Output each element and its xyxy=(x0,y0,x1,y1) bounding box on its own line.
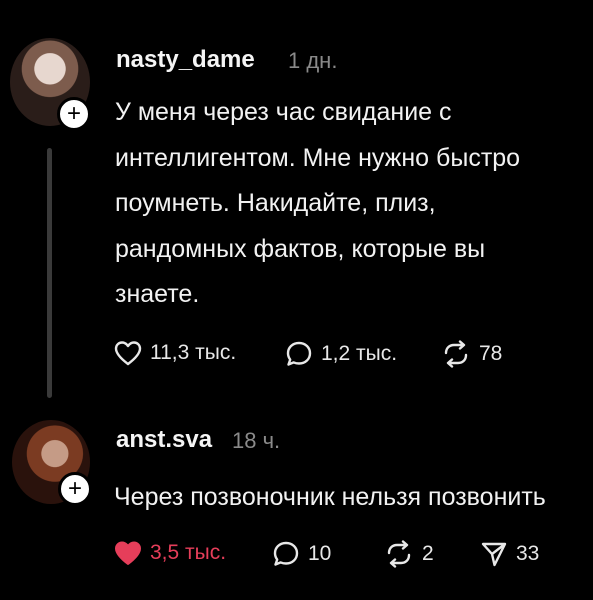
like-count: 3,5 тыс. xyxy=(150,541,227,564)
repost-button[interactable]: 2 xyxy=(384,540,434,568)
thread-line xyxy=(47,148,52,398)
heart-icon xyxy=(115,541,141,565)
repost-icon xyxy=(444,340,468,368)
reply-username[interactable]: anst.sva xyxy=(116,426,212,454)
post-text: У меня через час свидание с интеллигенто… xyxy=(115,90,585,318)
post-text-line: интеллигентом. Мне нужно быстро xyxy=(115,143,521,172)
like-count: 11,3 тыс. xyxy=(150,341,237,364)
like-button[interactable]: 3,5 тыс. xyxy=(114,540,226,566)
comment-count: 1,2 тыс. xyxy=(321,342,398,365)
comment-button[interactable]: 10 xyxy=(272,540,331,568)
like-button[interactable]: 11,3 тыс. xyxy=(114,340,236,366)
heart-icon xyxy=(114,341,142,366)
reply-post: + anst.sva 18 ч. Через позвоночник нельз… xyxy=(0,400,593,600)
share-count: 33 xyxy=(516,542,540,565)
plus-icon[interactable]: + xyxy=(58,472,92,506)
repost-count: 78 xyxy=(479,342,503,365)
plus-icon[interactable]: + xyxy=(57,97,91,131)
comment-icon xyxy=(273,541,299,566)
send-icon xyxy=(481,542,507,567)
post-text-line: знаете. xyxy=(115,280,200,308)
post-text-line: рандомных фактов, которые вы xyxy=(115,234,486,263)
post-text-line: У меня через час свидание с xyxy=(115,98,452,126)
original-post: + nasty_dame 1 дн. У меня через час свид… xyxy=(0,0,593,400)
comment-count: 10 xyxy=(308,542,332,565)
repost-button[interactable]: 78 xyxy=(441,340,502,368)
repost-icon xyxy=(387,540,411,568)
post-text-line: поумнеть. Накидайте, плиз, xyxy=(115,189,436,217)
reply-text: Через позвоночник нельзя позвонить xyxy=(114,483,546,511)
comment-button[interactable]: 1,2 тыс. xyxy=(285,340,397,368)
post-username[interactable]: nasty_dame xyxy=(116,46,255,74)
reply-time: 18 ч. xyxy=(232,428,281,453)
repost-count: 2 xyxy=(422,542,434,565)
share-button[interactable]: 33 xyxy=(480,540,539,568)
comment-icon xyxy=(286,341,312,366)
post-time: 1 дн. xyxy=(288,48,338,73)
